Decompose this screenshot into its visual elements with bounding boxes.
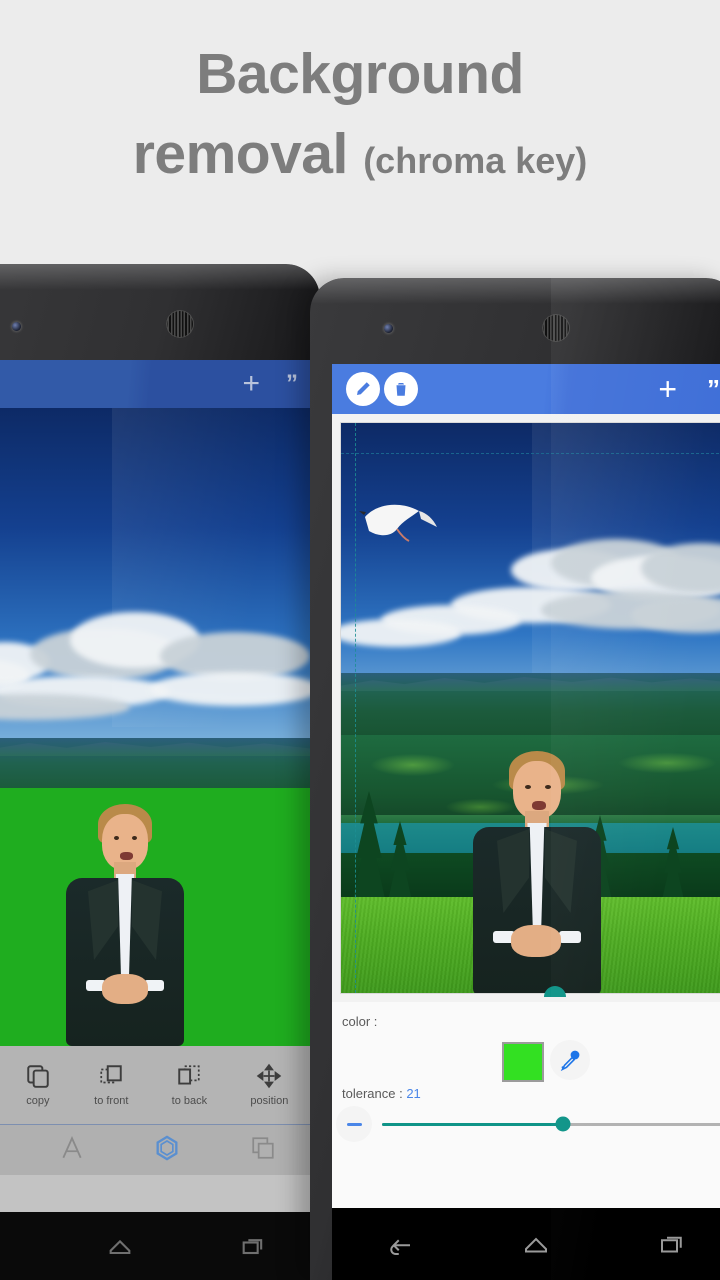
back-object-toolbar: delete copy to front [0,1046,310,1124]
person-eye-right [132,836,137,840]
front-phone-screen: + ” color: tolerance: 21 [332,364,720,1208]
person-mouth [120,852,133,860]
back-appbar: + ” [0,360,310,408]
tolerance-label-text: tolerance : [342,1086,403,1101]
toolbar-item-position[interactable]: position [250,1063,288,1107]
headline-line-2: removal [132,122,349,186]
person-subject[interactable] [459,751,619,993]
front-phone-device: + ” color: tolerance: 21 [310,278,720,1280]
headline-subtitle: (chroma key) [363,140,588,181]
chroma-color-swatch[interactable] [502,1042,544,1082]
back-photo-canvas[interactable] [0,408,310,1046]
tolerance-slider-fill [382,1122,563,1126]
front-quote-button[interactable]: ” [707,376,720,402]
back-tab-bar [0,1124,310,1175]
back-phone-screen: + ” copy to front to back position [0,360,310,1212]
tolerance-decrease-button[interactable] [336,1106,372,1142]
toolbar-label-to-front: to front [94,1095,129,1107]
toolbar-label-position: position [250,1095,289,1107]
tab-text[interactable] [59,1135,85,1166]
person-eye-right [545,785,551,789]
eyedropper-icon [560,1050,580,1072]
earpiece-speaker [542,314,570,342]
toolbar-item-to-front[interactable]: to front [94,1063,128,1107]
copy-icon [27,1065,49,1088]
back-phone-device: + ” copy to front to back position [0,264,320,1280]
front-photo-canvas[interactable] [340,422,720,994]
to-front-icon [100,1065,122,1084]
text-a-icon [62,1135,82,1158]
cloud-band [0,598,310,748]
person-mouth [532,801,546,810]
eyedropper-button[interactable] [550,1040,590,1080]
tolerance-value: 21 [406,1086,421,1101]
back-android-navbar [0,1212,320,1280]
selection-line-vertical [355,423,356,993]
person-cuff-right [559,931,581,943]
layers-icon [252,1136,274,1159]
pencil-icon [357,382,370,395]
toolbar-label-to-back: to back [171,1095,208,1107]
page-title: Background removal (chroma key) [0,34,720,201]
front-add-button[interactable]: + [658,373,677,405]
trash-icon [396,383,406,396]
selection-line-horizontal [341,453,720,454]
home-icon[interactable] [106,1232,134,1260]
front-edit-button[interactable] [346,372,380,406]
tolerance-slider-row [332,1106,720,1142]
minus-icon [346,1122,362,1126]
back-quote-button[interactable]: ” [286,372,298,396]
front-camera-icon [12,322,21,331]
toolbar-label-copy: copy [26,1095,50,1107]
person-eye-left [525,785,531,789]
tab-chroma[interactable] [153,1134,181,1167]
front-canvas-area [332,414,720,1002]
color-label: color : [342,1014,378,1029]
back-appbar-actions: + ” [242,369,298,399]
tolerance-slider-track[interactable] [382,1116,720,1132]
front-appbar-actions: + ” [658,373,720,405]
home-icon[interactable] [521,1229,551,1259]
chroma-key-panel: color : tolerance : 21 [332,1002,720,1208]
toolbar-item-copy[interactable]: copy [25,1063,51,1107]
person-subject[interactable] [50,804,200,1046]
person-hands [102,974,148,1004]
back-arrow-icon[interactable] [0,1232,1,1260]
tab-layers[interactable] [250,1135,276,1166]
green-screen-area [0,788,310,1046]
person-eye-left [114,836,119,840]
recents-icon[interactable] [657,1229,687,1259]
tolerance-slider-thumb[interactable] [555,1116,571,1132]
toolbar-item-to-back[interactable]: to back [172,1063,207,1107]
mountain-range [341,673,720,743]
front-appbar: + ” [332,364,720,414]
front-delete-button[interactable] [384,372,418,406]
headline-line-1: Background [196,42,524,106]
move-icon [257,1063,282,1089]
back-add-button[interactable]: + [242,369,260,399]
back-arrow-icon[interactable] [385,1229,415,1259]
earpiece-speaker [166,310,194,338]
hexagon-icon [156,1135,178,1160]
promo-screenshot: Background removal (chroma key) + ” copy… [0,0,720,1280]
cloud-band [341,535,720,685]
front-camera-icon [384,324,393,333]
tolerance-label: tolerance : 21 [342,1086,421,1101]
front-android-navbar [332,1208,720,1280]
recents-icon[interactable] [239,1232,267,1260]
to-back-icon [178,1065,201,1085]
person-hands [511,925,561,957]
